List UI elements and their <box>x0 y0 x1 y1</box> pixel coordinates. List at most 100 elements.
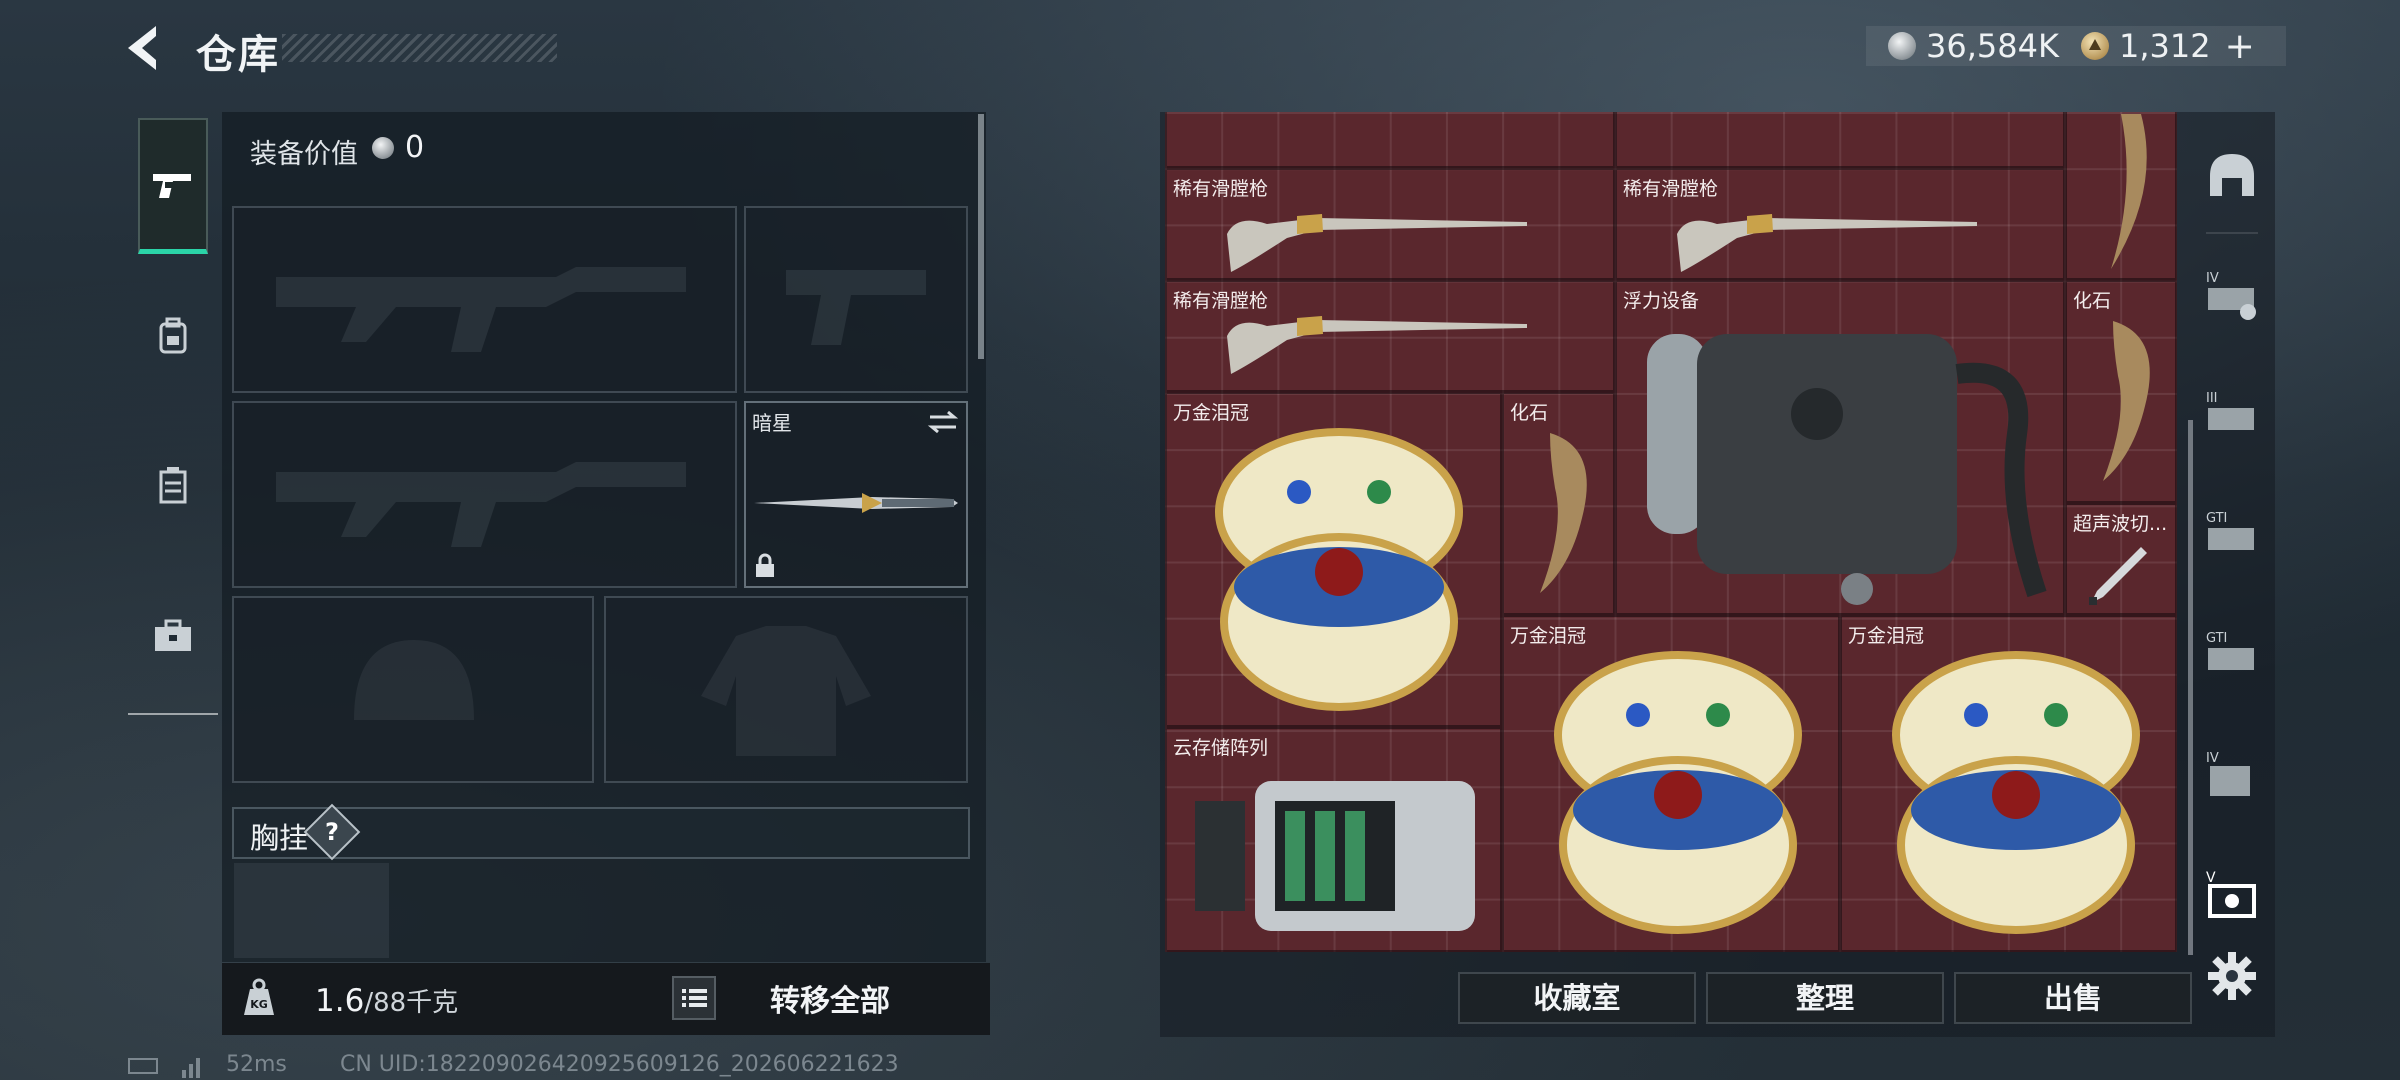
collection-room-button[interactable]: 收藏室 <box>1458 972 1696 1024</box>
item-label: 超声波切... <box>2073 513 2168 535</box>
pistol-slot[interactable] <box>744 206 968 393</box>
stash-item[interactable]: 稀有滑膛枪 <box>1615 168 2065 280</box>
stash-grid[interactable]: 稀有滑膛枪 稀有滑膛枪 稀有滑膛枪 浮力设备 化石 万金泪冠 化石 超声波切..… <box>1165 112 2177 952</box>
item-label: 化石 <box>1510 402 1549 424</box>
stash-item-partial-fossil[interactable] <box>2065 112 2177 280</box>
title-decoration <box>282 34 557 62</box>
stash-item[interactable]: 浮力设备 <box>1615 280 2065 615</box>
gold-currency-value: 1,312 <box>2118 27 2211 65</box>
helmet-icon[interactable] <box>2204 148 2260 204</box>
signal-icon <box>182 1058 200 1078</box>
silver-coin-icon <box>1888 32 1916 60</box>
page-title: 仓库 <box>196 32 280 78</box>
item-label: 云存储阵列 <box>1173 737 1269 759</box>
svg-text:IV: IV <box>2206 271 2219 286</box>
tier-iii-rig-icon[interactable]: III <box>2204 388 2260 444</box>
pistol-icon <box>153 173 191 198</box>
musket-icon <box>1677 214 1977 272</box>
vest-icon <box>159 467 187 504</box>
stash-item[interactable]: 化石 <box>1502 392 1615 615</box>
tab-case[interactable] <box>138 568 208 704</box>
tab-weapons[interactable] <box>138 118 208 254</box>
stash-item[interactable]: 万金泪冠 <box>1502 615 1840 952</box>
melee-slot[interactable]: 暗星 <box>744 401 968 588</box>
stash-container-rail: IV III GTI GTI IV V <box>2196 112 2268 1000</box>
ping-readout: 52ms <box>226 1052 287 1077</box>
swap-icon[interactable] <box>926 409 960 435</box>
storage-array-icon <box>1195 781 1475 931</box>
jeweled-egg-icon <box>1215 428 1463 711</box>
tier-iv-rig-icon[interactable]: IV <box>2204 268 2260 324</box>
armor-slot[interactable] <box>604 596 968 783</box>
fossil-claw-icon <box>2103 321 2150 481</box>
item-label: 化石 <box>2073 290 2112 312</box>
stash-item[interactable]: 超声波切... <box>2065 503 2177 615</box>
stash-item[interactable]: 稀有滑膛枪 <box>1165 280 1615 392</box>
buoyancy-device-icon <box>1647 334 2047 605</box>
equipment-scrollbar[interactable] <box>978 114 984 359</box>
tier-iv-case-icon[interactable]: IV <box>2204 748 2260 804</box>
equipment-category-sidebar <box>128 118 218 715</box>
lock-icon <box>756 553 774 577</box>
stash-item-partial[interactable] <box>1615 112 2065 168</box>
tab-backpack[interactable] <box>138 268 208 404</box>
svg-text:III: III <box>2206 391 2218 406</box>
tier-v-case-icon[interactable]: V <box>2204 868 2260 924</box>
fossil-claw-icon <box>1540 433 1587 593</box>
ultrasonic-cutter-icon <box>2089 547 2147 605</box>
item-label: 万金泪冠 <box>1173 402 1250 424</box>
transfer-all-button[interactable]: 转移全部 <box>770 976 890 1020</box>
briefcase-icon <box>155 619 191 651</box>
tab-vest[interactable] <box>138 418 208 554</box>
currency-bar: 36,584K 1,312 + <box>1866 26 2286 67</box>
add-currency-button[interactable]: + <box>2225 26 2255 67</box>
musket-icon <box>1227 316 1527 374</box>
armor-silhouette-icon <box>701 626 871 756</box>
silver-coin-icon <box>372 137 394 159</box>
stash-scrollbar[interactable] <box>2188 420 2193 955</box>
stash-item[interactable]: 万金泪冠 <box>1165 392 1502 727</box>
stash-item[interactable]: 万金泪冠 <box>1840 615 2177 952</box>
settings-gear-icon[interactable] <box>2204 948 2260 1004</box>
help-question-mark: ? <box>325 818 339 846</box>
equipment-value-label: 装备价值 <box>250 139 358 170</box>
stash-item[interactable]: 化石 <box>2065 280 2177 503</box>
rifle-silhouette-icon <box>276 462 686 547</box>
jeweled-egg-icon <box>1554 651 1802 934</box>
dark-star-knife-icon <box>754 493 958 513</box>
organize-button[interactable]: 整理 <box>1706 972 1944 1024</box>
list-icon <box>682 989 707 1007</box>
back-arrow-icon[interactable] <box>118 22 170 74</box>
stash-item[interactable]: 稀有滑膛枪 <box>1165 168 1615 280</box>
tier-gti-rig-icon[interactable]: GTI <box>2204 508 2260 564</box>
rifle-silhouette-icon <box>276 267 686 352</box>
svg-text:GTI: GTI <box>2206 631 2227 646</box>
secondary-weapon-slot[interactable] <box>232 401 737 588</box>
item-label: 万金泪冠 <box>1510 625 1587 647</box>
primary-weapon-slot[interactable] <box>232 206 737 393</box>
svg-text:V: V <box>2206 870 2216 886</box>
helmet-slot[interactable] <box>232 596 594 783</box>
melee-slot-label: 暗星 <box>752 411 792 435</box>
weight-max: /88千克 <box>364 988 459 1018</box>
list-view-button[interactable] <box>672 976 716 1020</box>
weight-readout: 1.6/88千克 <box>315 982 458 1019</box>
item-label: 万金泪冠 <box>1848 625 1925 647</box>
stash-item-partial[interactable] <box>1165 112 1615 168</box>
silver-currency-value: 36,584K <box>1926 27 2059 65</box>
stash-item[interactable]: 云存储阵列 <box>1165 727 1502 952</box>
svg-text:GTI: GTI <box>2206 511 2227 526</box>
chest-rig-label: 胸挂 <box>250 821 309 855</box>
chest-rig-slot[interactable] <box>234 863 389 958</box>
musket-icon <box>1227 214 1527 272</box>
backpack-icon <box>159 317 187 354</box>
battery-icon <box>128 1058 158 1074</box>
fossil-claw-icon <box>2111 114 2147 269</box>
sell-button[interactable]: 出售 <box>1954 972 2192 1024</box>
uid-readout: CN UID:182209026420925609126_20260622162… <box>340 1052 899 1077</box>
rail-divider <box>2206 232 2258 234</box>
pistol-silhouette-icon <box>786 270 926 345</box>
tier-gti-rig-icon[interactable]: GTI <box>2204 628 2260 684</box>
weight-kg-icon: KG <box>244 978 274 1015</box>
equipment-value: 0 <box>405 130 425 165</box>
